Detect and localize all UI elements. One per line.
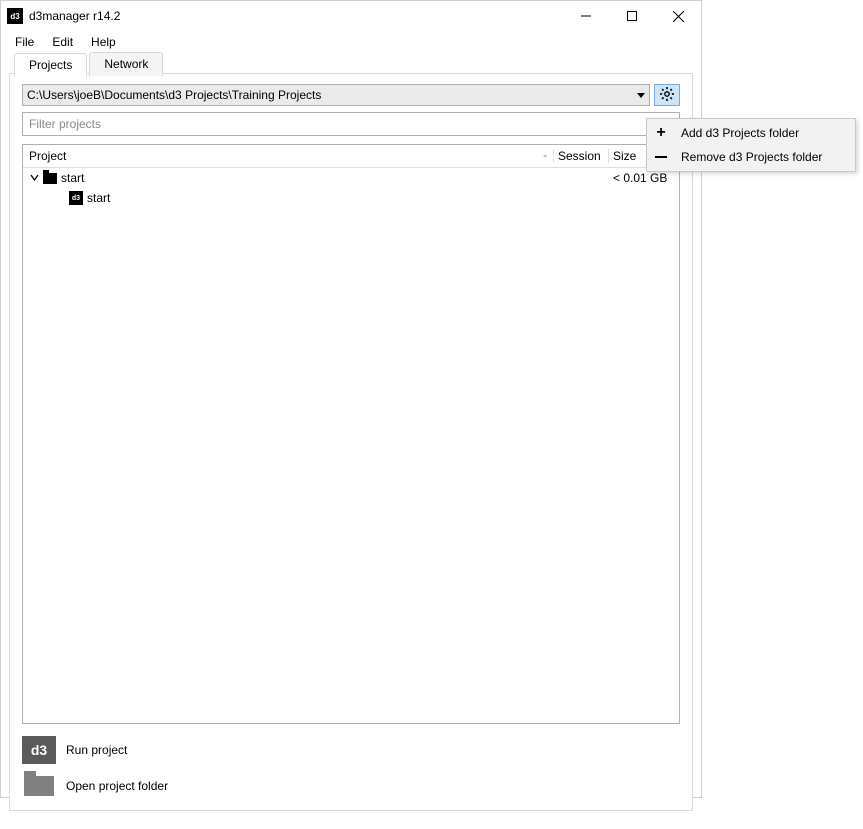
tree-folder-row[interactable]: start < 0.01 GB (23, 168, 679, 188)
plus-icon: + (653, 125, 669, 141)
remove-projects-folder-item[interactable]: Remove d3 Projects folder (647, 145, 855, 169)
run-project-label: Run project (66, 743, 127, 757)
title-bar-left: d3 d3manager r14.2 (7, 8, 120, 24)
app-window: d3 d3manager r14.2 File Edit Help Projec… (0, 0, 702, 798)
maximize-button[interactable] (609, 1, 655, 31)
open-project-folder-label: Open project folder (66, 779, 168, 793)
folder-icon (22, 772, 56, 800)
window-title: d3manager r14.2 (29, 9, 120, 23)
column-header-project-label: Project (29, 149, 66, 163)
gear-icon (659, 86, 675, 105)
menu-item-label: Remove d3 Projects folder (681, 150, 822, 164)
d3-project-icon: d3 (69, 191, 83, 205)
tree-file-row[interactable]: d3 start (23, 188, 679, 208)
projects-path-combo[interactable]: C:\Users\joeB\Documents\d3 Projects\Trai… (22, 84, 650, 106)
open-project-folder-button[interactable]: Open project folder (22, 772, 680, 800)
tree-item-size: < 0.01 GB (613, 171, 679, 185)
title-bar: d3 d3manager r14.2 (1, 1, 701, 31)
bottom-buttons: d3 Run project Open project folder (22, 736, 680, 800)
expand-toggle-icon[interactable] (29, 171, 39, 185)
chevron-down-icon (637, 88, 645, 102)
main-panel: Projects Network C:\Users\joeB\Documents… (9, 73, 693, 811)
minus-icon (653, 156, 669, 158)
app-icon: d3 (7, 8, 23, 24)
column-header-session[interactable]: Session (554, 149, 609, 163)
minimize-icon (581, 11, 591, 21)
tree-item-label: start (87, 191, 110, 205)
menu-bar: File Edit Help (1, 31, 701, 53)
filter-projects-input[interactable]: Filter projects (22, 112, 680, 136)
close-button[interactable] (655, 1, 701, 31)
projects-path-value: C:\Users\joeB\Documents\d3 Projects\Trai… (27, 88, 321, 102)
tree-body[interactable]: start < 0.01 GB d3 start (23, 168, 679, 723)
add-projects-folder-item[interactable]: + Add d3 Projects folder (647, 121, 855, 145)
sort-indicator-icon: ⌄ (541, 149, 549, 160)
run-project-button[interactable]: d3 Run project (22, 736, 680, 764)
maximize-icon (627, 11, 637, 21)
filter-placeholder: Filter projects (29, 117, 101, 131)
tab-projects[interactable]: Projects (14, 53, 87, 77)
projects-folder-menu: + Add d3 Projects folder Remove d3 Proje… (646, 118, 856, 172)
menu-item-label: Add d3 Projects folder (681, 126, 799, 140)
projects-panel: C:\Users\joeB\Documents\d3 Projects\Trai… (10, 74, 692, 810)
column-header-project[interactable]: Project ⌄ (23, 149, 554, 163)
menu-help[interactable]: Help (83, 33, 124, 51)
projects-folder-settings-button[interactable] (654, 84, 680, 106)
path-row: C:\Users\joeB\Documents\d3 Projects\Trai… (22, 84, 680, 106)
menu-edit[interactable]: Edit (44, 33, 81, 51)
d3-app-icon: d3 (22, 736, 56, 764)
tab-network[interactable]: Network (89, 52, 163, 76)
projects-tree: Project ⌄ Session Size (22, 144, 680, 724)
close-icon (673, 11, 684, 22)
folder-icon (43, 173, 57, 184)
tree-item-label: start (61, 171, 84, 185)
minimize-button[interactable] (563, 1, 609, 31)
window-controls (563, 1, 701, 31)
tree-header: Project ⌄ Session Size (23, 145, 679, 168)
menu-file[interactable]: File (7, 33, 42, 51)
tab-strip: Projects Network (14, 52, 165, 76)
